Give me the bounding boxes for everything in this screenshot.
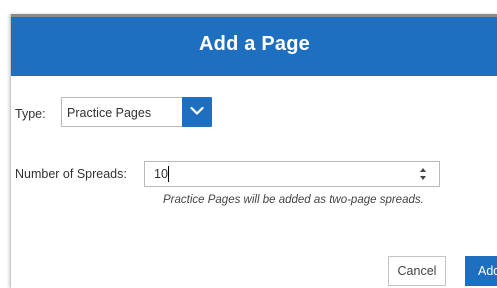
add-button[interactable]: Add xyxy=(465,256,497,286)
spreads-hint: Practice Pages will be added as two-page… xyxy=(163,194,424,206)
type-dropdown-button[interactable] xyxy=(182,97,212,127)
type-label: Type: xyxy=(15,107,46,121)
chevron-down-icon xyxy=(190,106,204,115)
add-page-dialog: Add a Page Type: Practice Pages Number o… xyxy=(10,14,497,288)
dialog-header: Add a Page xyxy=(11,14,497,76)
spreads-label: Number of Spreads: xyxy=(15,167,127,181)
cancel-button[interactable]: Cancel xyxy=(388,256,446,286)
spinner-arrows-icon[interactable] xyxy=(419,167,427,181)
type-select[interactable]: Practice Pages xyxy=(61,97,212,127)
number-of-spreads-input[interactable]: 10 xyxy=(144,161,440,187)
type-select-value: Practice Pages xyxy=(67,106,152,120)
dialog-title: Add a Page xyxy=(199,33,310,55)
number-of-spreads-value: 10 xyxy=(154,167,168,181)
text-cursor xyxy=(168,166,169,182)
